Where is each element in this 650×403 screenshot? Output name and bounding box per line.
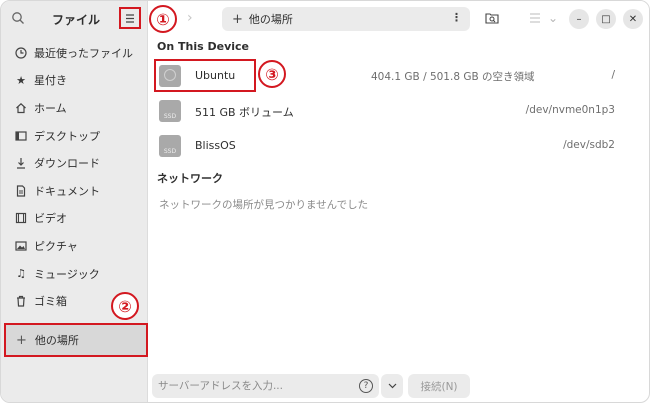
sidebar-item-label: 星付き [34, 74, 67, 88]
ssd-icon: SSD [159, 100, 181, 122]
main-menu-button[interactable] [119, 7, 141, 29]
sidebar-item-pictures[interactable]: ピクチャ [1, 232, 148, 260]
sidebar-item-other-locations[interactable]: + 他の場所 [4, 323, 148, 357]
device-path: /dev/sdb2 [563, 139, 615, 151]
minimize-icon[interactable]: – [569, 9, 589, 29]
device-name: 511 GB ボリューム [195, 106, 294, 119]
sidebar-places: 最近使ったファイル ★ 星付き ホーム デスクトップ ダウンロード ドキュメント [1, 39, 148, 315]
annotation-badge-2: ② [111, 292, 139, 320]
sidebar-item-desktop[interactable]: デスクトップ [1, 122, 148, 150]
search-icon[interactable] [11, 11, 25, 25]
help-icon[interactable]: ? [359, 379, 373, 393]
device-row-blissos[interactable]: SSD BlissOS /dev/sdb2 [149, 128, 649, 164]
device-row-511gb[interactable]: SSD 511 GB ボリューム /dev/nvme0n1p3 [149, 93, 649, 129]
device-path: /dev/nvme0n1p3 [525, 104, 615, 116]
star-icon: ★ [16, 73, 26, 87]
more-vertical-icon[interactable]: ⋮ [451, 11, 462, 24]
maximize-icon[interactable]: □ [596, 9, 616, 29]
device-row-ubuntu[interactable]: Ubuntu 404.1 GB / 501.8 GB の空き領域 / [149, 58, 649, 94]
plus-icon: + [16, 332, 27, 348]
sidebar-item-label: ゴミ箱 [34, 295, 67, 309]
main-content: On This Device Ubuntu 404.1 GB / 501.8 G… [149, 37, 649, 367]
section-title-network: ネットワーク [157, 172, 223, 185]
sidebar-item-music[interactable]: ♫ ミュージック [1, 260, 148, 288]
device-name: BlissOS [195, 139, 236, 152]
chevron-down-icon [388, 383, 396, 389]
plus-icon: + [232, 11, 243, 27]
video-icon [14, 211, 28, 225]
recent-servers-dropdown[interactable] [381, 374, 403, 398]
ssd-icon: SSD [159, 135, 181, 157]
trash-icon [14, 294, 28, 308]
sidebar-item-label: 最近使ったファイル [34, 46, 133, 60]
picture-icon [14, 239, 28, 253]
download-icon [14, 156, 28, 170]
path-bar[interactable]: + 他の場所 ⋮ [222, 7, 470, 31]
sidebar-item-videos[interactable]: ビデオ [1, 205, 148, 233]
sidebar-header: ファイル [1, 1, 148, 37]
sidebar-item-documents[interactable]: ドキュメント [1, 177, 148, 205]
document-icon [14, 184, 28, 198]
list-view-icon[interactable] [527, 10, 543, 26]
sidebar-item-starred[interactable]: ★ 星付き [1, 67, 148, 95]
annotation-badge-1: ① [149, 5, 177, 33]
sidebar-item-label: ドキュメント [34, 184, 100, 198]
path-label: 他の場所 [248, 13, 293, 26]
device-free-space: 404.1 GB / 501.8 GB の空き領域 [371, 71, 535, 83]
sidebar-item-recent[interactable]: 最近使ったファイル [1, 39, 148, 67]
highlight-box [154, 59, 256, 92]
sidebar-item-label: ホーム [34, 101, 67, 115]
sidebar-item-label: 他の場所 [34, 334, 79, 347]
section-title-on-this-device: On This Device [157, 40, 250, 53]
close-icon[interactable]: ✕ [623, 9, 643, 29]
chevron-down-icon[interactable]: ⌄ [545, 10, 561, 26]
home-icon [14, 101, 28, 115]
header-bar: ‹ › + 他の場所 ⋮ ⌄ – □ ✕ [149, 1, 649, 37]
network-empty-message: ネットワークの場所が見つかりませんでした [159, 199, 369, 211]
sidebar-item-label: ミュージック [34, 267, 100, 281]
music-icon: ♫ [16, 267, 26, 281]
forward-arrow-icon[interactable]: › [187, 10, 193, 26]
sidebar-item-label: ビデオ [34, 212, 67, 226]
sidebar-item-label: ダウンロード [34, 157, 100, 171]
file-manager-window: ファイル 最近使ったファイル ★ 星付き ホーム デスクトップ ダウンロード ド… [0, 0, 650, 403]
connect-button[interactable]: 接続(N) [408, 374, 470, 398]
hamburger-icon [126, 13, 134, 23]
sidebar: ファイル 最近使ったファイル ★ 星付き ホーム デスクトップ ダウンロード ド… [1, 1, 148, 402]
sidebar-item-home[interactable]: ホーム [1, 94, 148, 122]
search-folder-icon[interactable] [484, 10, 500, 26]
desktop-icon [14, 129, 28, 143]
server-address-input[interactable] [152, 374, 379, 398]
sidebar-item-label: デスクトップ [34, 129, 100, 143]
clock-icon [14, 46, 28, 60]
annotation-badge-3: ③ [258, 60, 286, 88]
app-title: ファイル [52, 13, 101, 27]
sidebar-item-downloads[interactable]: ダウンロード [1, 149, 148, 177]
connect-bar: ? 接続(N) [149, 367, 649, 402]
device-path: / [611, 69, 615, 81]
sidebar-item-label: ピクチャ [34, 239, 78, 253]
